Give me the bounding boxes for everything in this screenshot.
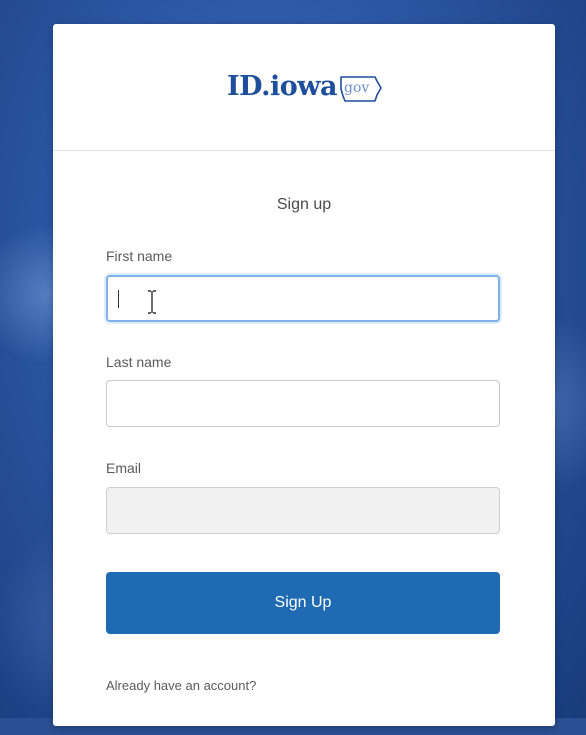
card-header: ID.iowa gov [53,24,555,151]
last-name-input[interactable] [106,380,500,427]
last-name-label: Last name [106,354,172,370]
email-label: Email [106,460,142,476]
i-beam-cursor-icon [148,290,156,314]
first-name-input[interactable] [106,275,500,322]
logo-main-text: ID.iowa [227,70,337,102]
logo-suffix-text: gov [343,80,370,96]
email-input[interactable] [106,487,500,534]
page-title: Sign up [276,196,332,213]
iowa-state-outline-icon: gov [339,74,383,104]
already-have-account-link[interactable]: Already have an account? [106,678,256,693]
first-name-label: First name [106,248,173,264]
signup-card: ID.iowa gov Sign up First name Last name… [53,24,555,726]
text-caret [118,290,119,308]
id-iowa-logo: ID.iowa gov [227,64,387,108]
sign-up-button[interactable]: Sign Up [106,572,500,634]
